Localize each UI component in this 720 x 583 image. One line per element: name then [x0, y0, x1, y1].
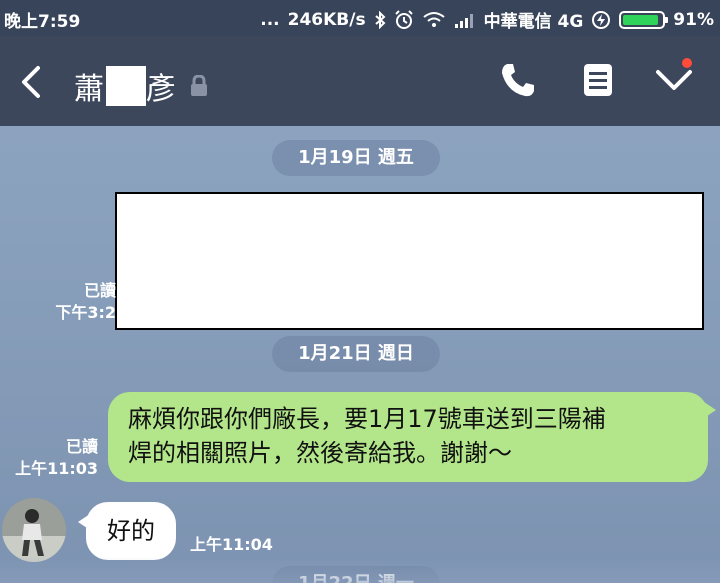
- wifi-icon: [422, 11, 446, 29]
- menu-dropdown-button[interactable]: [652, 58, 696, 102]
- status-right-group: ... 246KB/s 中華電信 4G 91%: [260, 7, 714, 33]
- contact-name-first: 蕭: [74, 72, 104, 107]
- incoming-message-bubble[interactable]: 好的: [78, 502, 176, 560]
- outgoing-message-bubble[interactable]: 麻煩你跟你們廠長，要1月17號車送到三陽補 焊的相關照片，然後寄給我。謝謝～: [108, 392, 716, 482]
- alarm-icon: [394, 9, 414, 30]
- chat-area[interactable]: 1月19日 週五 已讀 下午3:2 1月21日 週日 已讀 上午11:03 麻煩…: [0, 126, 720, 583]
- read-receipt: 已讀: [65, 437, 98, 456]
- contact-avatar[interactable]: [2, 498, 66, 562]
- contact-name[interactable]: 蕭 彥: [74, 64, 208, 108]
- carrier-label: 中華電信 4G: [483, 12, 584, 32]
- network-speed: 246KB/s: [287, 9, 366, 30]
- battery-icon: [619, 10, 669, 29]
- message-time: 上午11:03: [15, 459, 98, 478]
- name-redaction: [106, 66, 146, 106]
- read-receipt: 已讀: [83, 281, 116, 300]
- status-bar: 晚上7:59 ... 246KB/s 中華電信 4G 91%: [0, 0, 720, 36]
- chevron-down-icon: [656, 70, 692, 90]
- notification-dot: [682, 58, 692, 68]
- notes-icon: [584, 64, 612, 96]
- phone-icon: [502, 64, 534, 97]
- battery-percent: 91%: [673, 9, 714, 30]
- chat-header: 蕭 彥: [0, 36, 720, 126]
- status-time: 晚上7:59: [4, 12, 81, 32]
- back-button[interactable]: [14, 62, 50, 102]
- message-time: 上午11:04: [190, 535, 273, 554]
- date-separator: 1月19日 週五: [272, 140, 440, 176]
- charging-icon: [591, 10, 611, 30]
- date-separator: 1月21日 週日: [272, 336, 440, 372]
- redacted-message: [115, 192, 704, 330]
- notes-button[interactable]: [576, 58, 620, 102]
- date-separator: 1月22日 週一: [272, 566, 440, 583]
- call-button[interactable]: [496, 58, 540, 102]
- status-dots: ...: [260, 9, 280, 30]
- contact-name-last: 彥: [146, 72, 176, 107]
- signal-icon: [454, 12, 476, 28]
- message-text-line: 麻煩你跟你們廠長，要1月17號車送到三陽補: [128, 405, 606, 433]
- back-icon: [22, 66, 40, 98]
- bluetooth-icon: [374, 10, 386, 29]
- message-text-line: 焊的相關照片，然後寄給我。謝謝～: [128, 439, 512, 467]
- message-time: 下午3:2: [55, 303, 116, 322]
- lock-icon: [190, 75, 208, 97]
